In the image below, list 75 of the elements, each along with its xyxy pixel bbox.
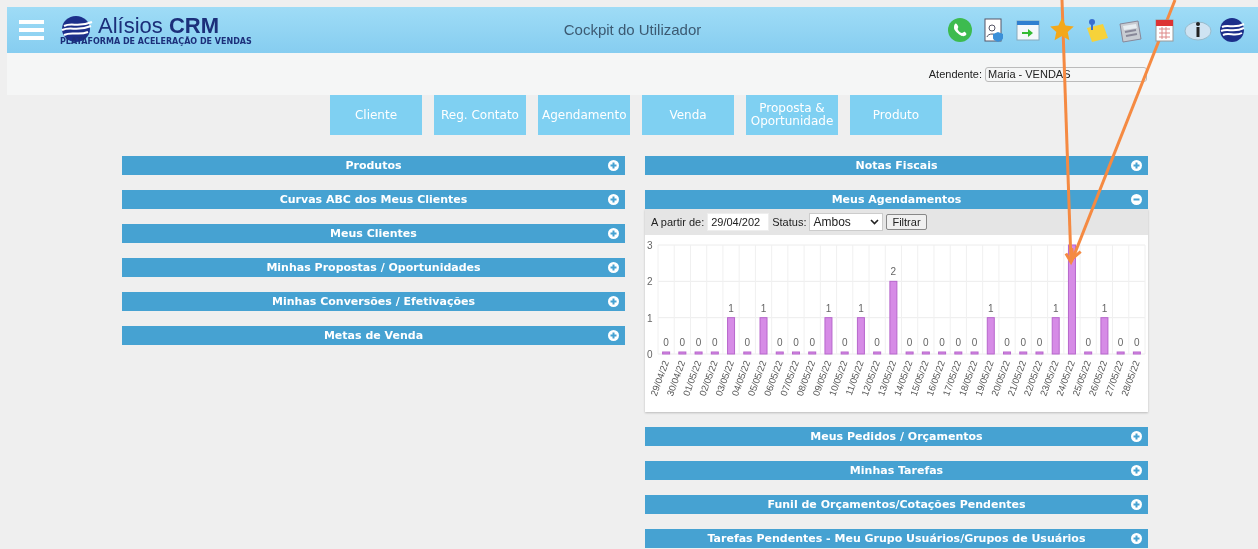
value-label: 0 — [955, 337, 962, 348]
value-label: 0 — [874, 337, 880, 348]
collapse-icon[interactable] — [1131, 194, 1142, 205]
brand-name: Alísios CRM — [98, 14, 220, 37]
expand-icon[interactable] — [1131, 533, 1142, 544]
status-label: Status: — [772, 216, 807, 228]
attendant-label: Atendente: — [928, 68, 982, 80]
expand-icon[interactable] — [1131, 160, 1142, 171]
phone-icon[interactable] — [946, 16, 974, 44]
expand-icon[interactable] — [608, 330, 619, 341]
value-label: 0 — [939, 337, 945, 348]
value-label: 0 — [1036, 337, 1043, 348]
expand-icon[interactable] — [608, 160, 619, 171]
panel-header[interactable]: Meus Clientes — [122, 224, 625, 243]
date-label: A partir de: — [651, 216, 705, 228]
value-label: 0 — [906, 337, 913, 348]
value-label: 0 — [793, 337, 799, 348]
panel-header[interactable]: Curvas ABC dos Meus Clientes — [122, 190, 625, 209]
value-label: 0 — [679, 337, 686, 348]
panel-header[interactable]: Tarefas Pendentes - Meu Grupo Usuários/Grupos de Usuários — [645, 529, 1148, 548]
nav-button[interactable]: Venda — [642, 95, 734, 135]
nav-button[interactable]: Agendamento — [538, 95, 630, 135]
value-label: 0 — [712, 337, 718, 348]
chevron-down-icon[interactable] — [870, 219, 880, 225]
value-label: 1 — [760, 302, 767, 314]
value-label: 1 — [825, 302, 832, 314]
filter-button[interactable]: Filtrar — [886, 214, 927, 230]
value-label: 0 — [695, 337, 702, 348]
panel-header[interactable]: Meus Pedidos / Orçamentos — [645, 427, 1148, 446]
value-label: 0 — [1004, 337, 1010, 348]
value-label: 0 — [1117, 337, 1124, 348]
value-label: 0 — [1085, 337, 1091, 348]
panel-header[interactable]: Notas Fiscais — [645, 156, 1148, 175]
panel-header[interactable]: Minhas Propostas / Oportunidades — [122, 258, 625, 277]
expand-icon[interactable] — [608, 296, 619, 307]
value-label: 0 — [809, 337, 815, 348]
axis-tick-label: 2 — [647, 276, 653, 288]
value-label: 2 — [890, 266, 897, 278]
expand-icon[interactable] — [608, 262, 619, 273]
expand-icon[interactable] — [608, 194, 619, 205]
panel-header[interactable]: Meus Agendamentos — [645, 190, 1148, 209]
value-label: 0 — [744, 337, 751, 348]
panel-header[interactable]: Minhas Conversões / Efetivações — [122, 292, 625, 311]
expand-icon[interactable] — [1131, 499, 1142, 510]
value-label: 0 — [663, 337, 669, 348]
nav-button[interactable]: Produto — [850, 95, 942, 135]
panel-header[interactable]: Produtos — [122, 156, 625, 175]
panel-header[interactable]: Minhas Tarefas — [645, 461, 1148, 480]
value-label: 0 — [841, 337, 848, 348]
value-label: 1 — [1052, 302, 1059, 314]
panel-header[interactable]: Funil de Orçamentos/Cotações Pendentes — [645, 495, 1148, 514]
value-label: 0 — [1134, 337, 1140, 348]
value-label: 1 — [728, 302, 734, 314]
nav-button[interactable]: Cliente — [330, 95, 422, 135]
nav-button[interactable]: Reg. Contato — [434, 95, 526, 135]
axis-tick-label: 3 — [647, 240, 653, 251]
status-dropdown[interactable]: Ambos — [809, 213, 884, 231]
value-label: 1 — [988, 302, 994, 314]
value-label: 1 — [858, 302, 864, 314]
value-label: 0 — [776, 337, 783, 348]
value-label: 0 — [1020, 337, 1027, 348]
value-label: 1 — [1101, 302, 1108, 314]
expand-icon[interactable] — [1131, 431, 1142, 442]
value-label: 0 — [971, 337, 978, 348]
expand-icon[interactable] — [608, 228, 619, 239]
page-title: Cockpit do Utilizador — [563, 21, 702, 38]
menu-icon[interactable] — [19, 20, 44, 40]
expand-icon[interactable] — [1131, 465, 1142, 476]
date-field[interactable]: 29/04/202 — [707, 213, 770, 231]
axis-tick-label: 0 — [647, 349, 653, 360]
axis-tick-label: 1 — [647, 312, 653, 324]
nav-button[interactable]: Proposta & Oportunidade — [746, 95, 838, 135]
value-label: 0 — [923, 337, 929, 348]
panel-header[interactable]: Metas de Venda — [122, 326, 625, 345]
logo-icon[interactable] — [1218, 16, 1246, 44]
